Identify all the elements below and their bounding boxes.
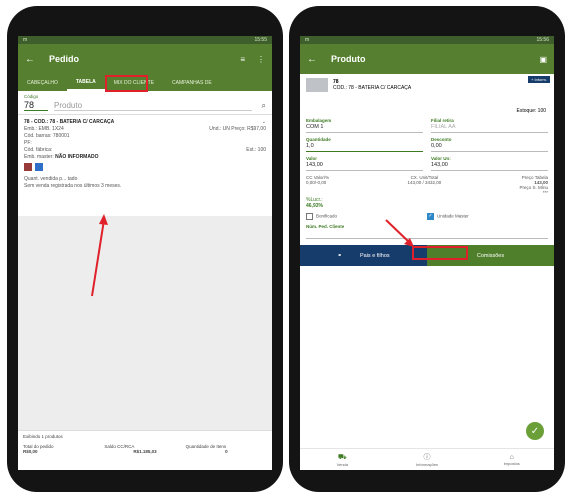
nav-venda[interactable]: ⛟ Venda xyxy=(300,449,385,470)
emb-master-value: NÃO INFORMADO xyxy=(55,154,99,160)
code-input[interactable]: 78 xyxy=(24,100,48,111)
checkbox-row: Bonificado ✓ Unidade Master xyxy=(300,211,554,222)
app-bar: ← Pedido ≡ ⋮ xyxy=(18,44,272,74)
emb-master-label: Emb. master: xyxy=(24,154,54,160)
tablet-right: m 15:56 ← Produto ▣ + Inform. 78 COD.: 7… xyxy=(289,6,565,492)
embalagem-select[interactable]: COM 1 xyxy=(306,124,423,133)
saldo-value: R$1.185,03 xyxy=(133,449,157,454)
quant-vendida: Quant. vendida p... tado xyxy=(24,176,78,182)
filter-icon[interactable]: ≡ xyxy=(240,55,245,64)
tab-cabecalho[interactable]: CABEÇALHO xyxy=(18,74,67,91)
status-bar: m 15:55 xyxy=(18,36,272,44)
total-pedido-value: R$0,00 xyxy=(23,449,38,454)
status-time: 15:56 xyxy=(536,37,549,43)
tablet-left: m 15:55 ← Pedido ≡ ⋮ CABEÇALHO TABELA MI… xyxy=(7,6,283,492)
unidade-master-label: Unidade Master xyxy=(437,213,469,219)
annotation-arrow-left xyxy=(91,214,108,297)
confirm-fab[interactable]: ✓ xyxy=(526,422,544,440)
order-footer: Exibindo 1 produtos Total do pedido R$0,0… xyxy=(18,430,272,470)
search-row: 78 Produto ⌕ xyxy=(18,99,272,115)
embalagem-label: Embalagem xyxy=(306,118,332,123)
estoque: Estoque: 100 xyxy=(516,108,546,114)
chevron-down-icon[interactable]: ⌄ xyxy=(262,119,266,126)
product-cod-fabrica: Cód. fábrica: xyxy=(24,147,53,153)
status-time: 15:55 xyxy=(254,37,267,43)
exibindo-text: Exibindo 1 produtos xyxy=(23,434,63,439)
grid-icon xyxy=(24,163,32,171)
product-pf: PF: xyxy=(24,140,32,146)
unidade-master-highlight-box xyxy=(412,246,468,260)
bottom-nav: ⛟ Venda ⓘ Informações ⌂ Impostos xyxy=(300,448,554,470)
quantidade-input[interactable]: 1,0 xyxy=(306,143,423,152)
lucro-block: %Lucr.: 46,93% xyxy=(300,195,554,211)
product-preco: Preço: R$97,00 xyxy=(231,126,266,132)
num-ped-input[interactable] xyxy=(306,231,548,239)
product-header: + Inform. 78 COD.: 78 - BATERIA C/ CARCA… xyxy=(300,74,554,108)
cart-icon: ⛟ xyxy=(337,453,347,461)
values-row: CC Valor/% 0,00/-0,00 CX. Unit/Total 143,0… xyxy=(300,175,554,195)
valor-input[interactable]: 143,00 xyxy=(306,162,423,171)
bonificado-label: Bonificado xyxy=(316,213,338,219)
quantidade-label: Quantidade xyxy=(306,137,331,142)
nav-informacoes[interactable]: ⓘ Informações xyxy=(385,449,470,470)
search-icon[interactable]: ⌕ xyxy=(252,101,266,111)
status-bar: m 15:56 xyxy=(300,36,554,44)
code-label: Código xyxy=(24,94,39,99)
product-und: Und.: UN xyxy=(209,126,230,132)
info-icon: ⓘ xyxy=(423,454,431,461)
qtd-itens-value: 0 xyxy=(225,449,228,454)
back-arrow-icon[interactable]: ← xyxy=(25,54,35,65)
back-arrow-icon[interactable]: ← xyxy=(307,54,317,65)
save-icon[interactable]: ▣ xyxy=(539,55,547,64)
unidade-master-checkbox[interactable]: ✓ xyxy=(427,213,434,220)
tab-campanhas[interactable]: CAMPANHAS DE xyxy=(163,74,221,91)
filial-field[interactable]: FILIAL AA xyxy=(431,124,548,133)
empty-list-area xyxy=(18,216,272,430)
screen-left: m 15:55 ← Pedido ≡ ⋮ CABEÇALHO TABELA MI… xyxy=(18,36,272,470)
valor-label: Valor xyxy=(306,156,318,161)
battery-image-icon xyxy=(306,78,328,92)
page-title: Pedido xyxy=(49,54,80,64)
cc-value: 0,00/-0,00 xyxy=(306,180,327,185)
product-emb: Emb.: EMB. 1X24 xyxy=(24,126,64,132)
product-card[interactable]: 78 - COD.: 78 - BATERIA C/ CARCAÇA ⌄ Emb.… xyxy=(18,115,272,194)
sem-venda-text: Sem venda registrada nos últimos 3 meses… xyxy=(24,183,122,189)
info-icon xyxy=(35,163,44,171)
desconto-label: Desconto xyxy=(431,137,452,142)
product-est: Est.: 100 xyxy=(246,147,266,153)
tabela-highlight-box xyxy=(105,75,148,92)
valor-un-label: Valor Un: xyxy=(431,156,451,161)
product-heading: 78 - COD.: 78 - BATERIA C/ CARCAÇA xyxy=(24,119,115,125)
lucro-value: 46,93% xyxy=(306,203,323,209)
preco-min-value: *** xyxy=(542,190,548,195)
lucro-label: %Lucr.: xyxy=(306,197,323,203)
check-icon: ✓ xyxy=(530,425,540,437)
filial-label: Filial retira xyxy=(431,118,454,123)
more-menu-icon[interactable]: ⋮ xyxy=(257,55,265,64)
valor-un-value: 143,00 xyxy=(431,162,548,171)
product-cod-barras: Cód. barras: 780001 xyxy=(24,133,70,139)
cx-value: 143,00 / 3432,00 xyxy=(407,180,442,185)
nav-impostos[interactable]: ⌂ Impostos xyxy=(469,449,554,470)
num-ped-label: Núm. Ped. Cliente xyxy=(306,224,345,229)
page-title: Produto xyxy=(331,54,366,64)
status-app-icon: m xyxy=(23,37,28,43)
app-bar: ← Produto ▣ xyxy=(300,44,554,74)
bank-icon: ⌂ xyxy=(509,453,514,461)
annotation-arrow-right xyxy=(385,219,414,247)
bonificado-checkbox[interactable] xyxy=(306,213,313,220)
product-search-input[interactable]: Produto xyxy=(54,101,252,111)
tab-tabela[interactable]: TABELA xyxy=(66,74,105,91)
screen-right: m 15:56 ← Produto ▣ + Inform. 78 COD.: 7… xyxy=(300,36,554,470)
product-name: COD.: 78 - BATERIA C/ CARCAÇA xyxy=(333,85,412,91)
status-app-icon: m xyxy=(305,37,310,43)
desconto-input[interactable]: 0,00 xyxy=(431,143,548,152)
mais-info-button[interactable]: + Inform. xyxy=(528,76,550,83)
link-icon: ⚭ xyxy=(337,252,342,259)
